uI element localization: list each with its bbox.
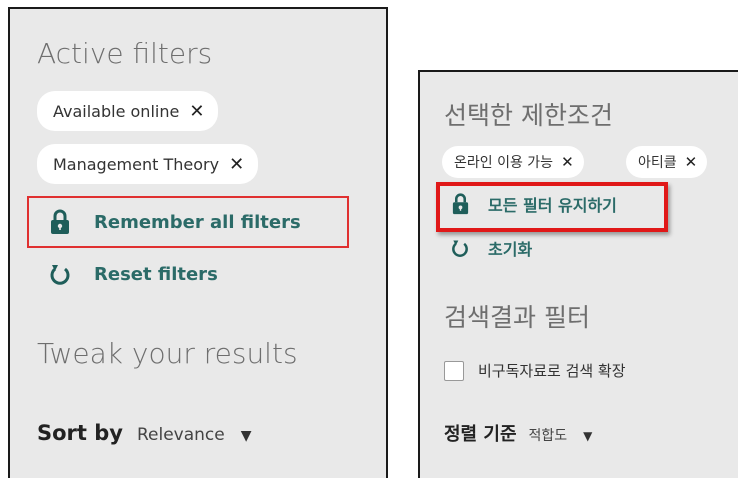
close-icon[interactable]: ✕: [561, 153, 574, 171]
filter-chip-available-online[interactable]: Available online ✕: [37, 91, 219, 131]
reset-icon: [48, 260, 72, 288]
sort-by-control[interactable]: 정렬 기준 적합도 ▼: [444, 420, 592, 446]
expand-search-label: 비구독자료로 검색 확장: [478, 362, 626, 380]
close-icon[interactable]: ✕: [229, 154, 244, 175]
close-icon[interactable]: ✕: [189, 101, 204, 122]
reset-filters-label: 초기화: [488, 240, 533, 259]
sort-by-value[interactable]: Relevance: [137, 425, 225, 445]
close-icon[interactable]: ✕: [685, 153, 698, 171]
filter-chip-management-theory[interactable]: Management Theory ✕: [37, 144, 259, 184]
sort-by-value[interactable]: 적합도: [529, 425, 568, 445]
active-filters-heading: 선택한 제한조건: [444, 101, 613, 130]
chip-label: Available online: [53, 101, 180, 121]
reset-icon: [450, 236, 470, 260]
sort-by-label: 정렬 기준: [444, 424, 517, 445]
tweak-results-heading: Tweak your results: [37, 337, 298, 370]
results-filter-heading: 검색결과 필터: [444, 303, 590, 332]
filter-chip-article[interactable]: 아티클 ✕: [626, 146, 708, 178]
filters-panel-korean: 선택한 제한조건 온라인 이용 가능 ✕ 아티클 ✕ 모든 필터 유지하기 초기…: [418, 70, 738, 478]
chevron-down-icon[interactable]: ▼: [583, 429, 592, 443]
reset-filters-label: Reset filters: [94, 263, 218, 285]
sort-by-label: Sort by: [37, 421, 123, 445]
filter-chip-online-available[interactable]: 온라인 이용 가능 ✕: [442, 146, 584, 178]
sort-by-control[interactable]: Sort by Relevance ▼: [37, 421, 252, 445]
reset-filters-button[interactable]: 초기화: [450, 236, 532, 260]
chip-label: 온라인 이용 가능: [454, 155, 554, 171]
expand-search-checkbox[interactable]: [444, 361, 464, 381]
chip-label: 아티클: [638, 155, 677, 171]
highlight-box: [436, 182, 668, 232]
reset-filters-button[interactable]: Reset filters: [48, 260, 218, 288]
highlight-box: [27, 196, 349, 248]
chevron-down-icon[interactable]: ▼: [241, 428, 252, 444]
filters-panel-english: Active filters Available online ✕ Manage…: [8, 7, 388, 478]
active-filters-heading: Active filters: [37, 37, 213, 70]
chip-label: Management Theory: [53, 154, 220, 174]
